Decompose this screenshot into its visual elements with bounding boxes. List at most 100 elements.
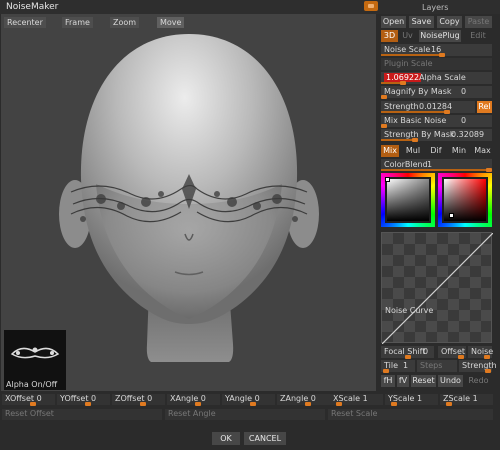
noise-knob[interactable]: [484, 355, 490, 359]
mix-basic-noise-value: 0: [461, 116, 467, 125]
window-title: NoiseMaker: [6, 2, 59, 12]
magnify-by-mask-slider[interactable]: Magnify By Mask 0: [381, 86, 492, 99]
reset-angle-button[interactable]: Reset Angle: [165, 409, 325, 420]
mix-basic-noise-knob[interactable]: [381, 124, 387, 128]
noiseplug-button[interactable]: NoisePlug: [419, 30, 461, 42]
curve-redo-button[interactable]: Redo: [465, 375, 492, 387]
paste-button[interactable]: Paste: [465, 16, 492, 28]
uv-mode-button[interactable]: Uv: [399, 30, 416, 42]
curve-reset-button[interactable]: Reset: [411, 375, 436, 387]
noise-slider[interactable]: Noise: [468, 346, 493, 359]
zscale-knob[interactable]: [446, 402, 452, 406]
strength-by-mask-knob[interactable]: [412, 138, 418, 142]
xangle-slider[interactable]: XAngle 0: [167, 394, 220, 406]
flip-v-button[interactable]: fV: [397, 375, 409, 387]
reset-scale-label: Reset Scale: [331, 409, 378, 418]
xangle-value: 0: [200, 394, 206, 403]
zangle-slider[interactable]: ZAngle 0: [277, 394, 330, 406]
yscale-slider[interactable]: YScale 1: [385, 394, 438, 406]
3d-mode-button[interactable]: 3D: [381, 30, 398, 42]
save-button[interactable]: Save: [409, 16, 434, 28]
flip-h-button[interactable]: fH: [381, 375, 395, 387]
yangle-knob[interactable]: [250, 402, 256, 406]
strength-slider[interactable]: Strength 0.01284: [381, 101, 475, 114]
mix-basic-noise-slider[interactable]: Mix Basic Noise 0: [381, 115, 492, 128]
tile-slider[interactable]: Tile 1: [381, 360, 415, 373]
offset-knob[interactable]: [458, 355, 464, 359]
strength-by-mask-slider[interactable]: Strength By Mask 0.32089: [381, 129, 492, 142]
colorblend-knob[interactable]: [486, 168, 492, 172]
xoffset-slider[interactable]: XOffset 0: [2, 394, 55, 406]
yscale-knob[interactable]: [391, 402, 397, 406]
xscale-knob[interactable]: [336, 402, 342, 406]
xscale-slider[interactable]: XScale 1: [330, 394, 383, 406]
open-button[interactable]: Open: [381, 16, 406, 28]
blend-tab-min[interactable]: Min: [449, 145, 469, 157]
viewport[interactable]: Recenter Frame Zoom Move Alpha On/Off: [1, 14, 376, 391]
yoffset-value: 0: [91, 394, 97, 403]
curve-undo-button[interactable]: Undo: [438, 375, 463, 387]
hue-ring-secondary[interactable]: [438, 173, 492, 227]
copy-button[interactable]: Copy: [437, 16, 462, 28]
zoffset-slider[interactable]: ZOffset 0: [112, 394, 165, 406]
frame-button[interactable]: Frame: [62, 17, 93, 28]
xscale-value: 1: [362, 394, 368, 403]
focal-shift-slider[interactable]: Focal Shift 0: [381, 346, 434, 359]
yoffset-slider[interactable]: YOffset 0: [57, 394, 110, 406]
alpha-scale-label: Alpha Scale: [419, 73, 466, 82]
color-picker-secondary[interactable]: [438, 173, 492, 227]
blend-tab-dif[interactable]: Dif: [427, 145, 445, 157]
move-button[interactable]: Move: [157, 17, 185, 28]
offset-slider[interactable]: Offset: [438, 346, 466, 359]
yoffset-knob[interactable]: [85, 402, 91, 406]
strength-knob[interactable]: [444, 110, 450, 114]
zscale-slider[interactable]: ZScale 1: [440, 394, 493, 406]
strength-label: Strength: [384, 102, 419, 111]
alpha-scale-slider[interactable]: 1.06922 Alpha Scale: [381, 72, 492, 85]
tile-knob[interactable]: [383, 369, 389, 373]
xangle-label: XAngle: [170, 394, 199, 403]
alpha-thumbnail[interactable]: Alpha On/Off: [4, 330, 66, 390]
yangle-slider[interactable]: YAngle 0: [222, 394, 275, 406]
colorblend-fill: [381, 169, 489, 171]
strength-fill: [381, 111, 447, 113]
plugin-scale-slider[interactable]: Plugin Scale: [381, 58, 492, 70]
xoffset-knob[interactable]: [30, 402, 36, 406]
alpha-scale-knob[interactable]: [400, 81, 406, 85]
colorblend-slider[interactable]: ColorBlend 1: [381, 159, 492, 172]
cancel-button[interactable]: CANCEL: [244, 432, 286, 445]
layers-toggle-icon[interactable]: [364, 1, 378, 11]
curve-strength-slider[interactable]: Strength: [459, 360, 497, 373]
noise-curve-editor[interactable]: Noise Curve: [381, 232, 493, 344]
focal-shift-knob[interactable]: [405, 355, 411, 359]
steps-slider[interactable]: Steps: [417, 360, 457, 372]
mix-basic-noise-label: Mix Basic Noise: [384, 116, 447, 125]
strength-by-mask-label: Strength By Mask: [384, 130, 455, 139]
zoffset-knob[interactable]: [140, 402, 146, 406]
reset-scale-button[interactable]: Reset Scale: [328, 409, 493, 420]
xangle-knob[interactable]: [195, 402, 201, 406]
secondary-color-marker: [449, 213, 454, 218]
alpha-toggle-label[interactable]: Alpha On/Off: [6, 380, 57, 389]
edit-button[interactable]: Edit: [464, 30, 492, 42]
color-picker-primary[interactable]: [381, 173, 435, 227]
focal-shift-value: 0: [423, 347, 429, 356]
zoom-button[interactable]: Zoom: [110, 17, 140, 28]
reset-offset-label: Reset Offset: [5, 409, 54, 418]
rel-button[interactable]: Rel: [477, 101, 492, 113]
blend-tab-max[interactable]: Max: [473, 145, 492, 157]
reset-offset-button[interactable]: Reset Offset: [2, 409, 162, 420]
noise-curve-label: Noise Curve: [385, 306, 434, 315]
noise-scale-knob[interactable]: [439, 53, 445, 57]
ok-button[interactable]: OK: [212, 432, 240, 445]
tile-value: 1: [403, 361, 409, 370]
curve-strength-knob[interactable]: [485, 369, 491, 373]
reset-angle-label: Reset Angle: [168, 409, 216, 418]
strength-by-mask-value: 0.32089: [451, 130, 485, 139]
blend-tab-mul[interactable]: Mul: [403, 145, 423, 157]
zangle-knob[interactable]: [305, 402, 311, 406]
blend-tab-mix[interactable]: Mix: [381, 145, 399, 157]
noise-scale-slider[interactable]: Noise Scale 16: [381, 44, 492, 57]
magnify-by-mask-knob[interactable]: [381, 95, 387, 99]
recenter-button[interactable]: Recenter: [4, 17, 46, 28]
